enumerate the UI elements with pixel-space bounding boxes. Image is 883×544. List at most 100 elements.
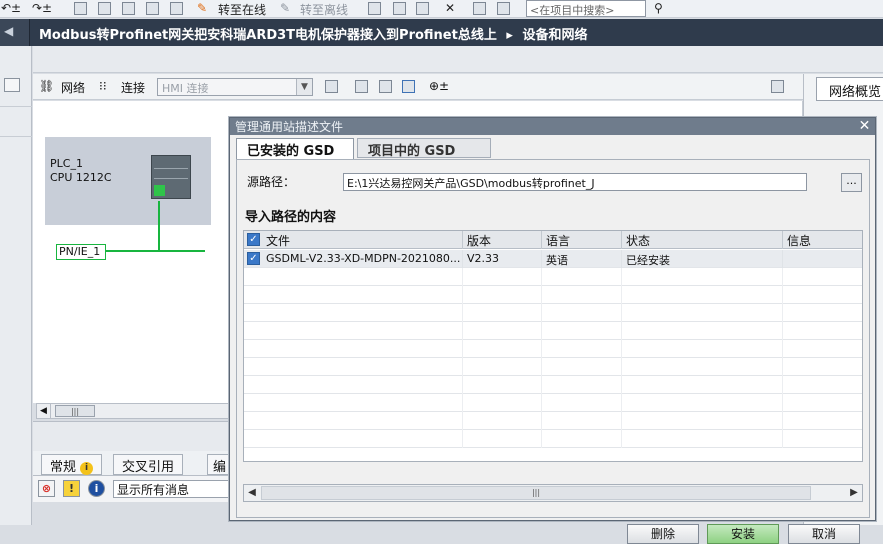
message-filter-select[interactable]: 显示所有消息 bbox=[113, 480, 233, 498]
connection-type-value: HMI 连接 bbox=[162, 82, 209, 95]
project-search-input[interactable]: <在项目中搜索> bbox=[526, 0, 646, 17]
plc-name: PLC_1 bbox=[50, 157, 83, 170]
undo-icon[interactable]: ↶± bbox=[1, 1, 21, 15]
cell-version: V2.33 bbox=[463, 250, 542, 268]
zoom-icon[interactable]: ⊕± bbox=[429, 79, 449, 93]
stop-cpu-icon[interactable] bbox=[416, 2, 429, 15]
grid-toggle-icon[interactable] bbox=[379, 80, 392, 93]
split-horizontal-icon[interactable] bbox=[473, 2, 486, 15]
scroll-left-arrow-icon[interactable]: ◀ bbox=[37, 404, 51, 418]
go-offline-icon[interactable]: ✎ bbox=[280, 1, 290, 15]
browse-button[interactable]: ... bbox=[841, 173, 862, 192]
tab-network-overview[interactable]: 网络概览 bbox=[816, 77, 883, 101]
connection-icon[interactable]: ⁝⁝ bbox=[99, 79, 107, 93]
download-icon[interactable] bbox=[98, 2, 111, 15]
column-language[interactable]: 语言 bbox=[542, 231, 622, 249]
cell-language: 英语 bbox=[542, 250, 622, 268]
start-cpu-icon[interactable] bbox=[393, 2, 406, 15]
network-icon[interactable]: ⛓ bbox=[39, 79, 54, 93]
warning-filter-icon[interactable]: ! bbox=[63, 480, 80, 497]
message-filter-bar: ⊗ ! i 显示所有消息 bbox=[33, 476, 233, 502]
cell-info bbox=[783, 250, 862, 268]
accessible-devices-icon[interactable] bbox=[368, 2, 381, 15]
dialog-title: 管理通用站描述文件 bbox=[235, 120, 344, 134]
info-icon: i bbox=[80, 462, 94, 475]
source-path-input[interactable]: E:\1兴达易控网关产品\GSD\modbus转profinet_J bbox=[343, 173, 807, 191]
go-offline-button[interactable]: 转至离线 bbox=[300, 1, 348, 18]
network-mode-button[interactable]: 网络 bbox=[61, 79, 85, 96]
chevron-left-icon[interactable]: ◀ bbox=[4, 24, 13, 38]
close-icon[interactable]: ✕ bbox=[445, 1, 455, 15]
select-all-checkbox[interactable]: ✓ bbox=[247, 233, 260, 246]
chevron-down-icon[interactable]: ▼ bbox=[296, 79, 312, 95]
tab-cross-reference-label: 交叉引用 bbox=[122, 460, 175, 475]
breadcrumb-view[interactable]: 设备和网络 bbox=[522, 28, 587, 43]
column-status[interactable]: 状态 bbox=[622, 231, 783, 249]
go-online-button[interactable]: 转至在线 bbox=[218, 1, 266, 18]
editor-header bbox=[33, 46, 883, 73]
delete-button[interactable]: 删除 bbox=[627, 524, 699, 544]
connection-type-select[interactable]: HMI 连接 ▼ bbox=[157, 78, 313, 96]
page-break-icon[interactable] bbox=[402, 80, 415, 93]
breadcrumb: Modbus转Profinet网关把安科瑞ARD3T电机保护器接入到Profin… bbox=[39, 24, 587, 43]
scroll-left-arrow-icon[interactable]: ◀ bbox=[244, 485, 260, 501]
device-names-icon[interactable] bbox=[325, 80, 338, 93]
row-checkbox[interactable]: ✓ bbox=[247, 252, 260, 265]
column-file[interactable]: 文件 bbox=[262, 231, 463, 249]
tab-general[interactable]: 常规 i bbox=[41, 454, 103, 475]
import-content-title: 导入路径的内容 bbox=[245, 210, 337, 225]
close-icon[interactable]: ✕ bbox=[854, 118, 875, 135]
split-vertical-icon[interactable] bbox=[497, 2, 510, 15]
cell-status: 已经安装 bbox=[622, 250, 783, 268]
go-online-icon[interactable]: ✎ bbox=[197, 1, 207, 15]
tab-cross-reference[interactable]: 交叉引用 bbox=[113, 454, 184, 475]
gsd-file-table: ✓ 文件 版本 语言 状态 信息 ✓ GSDML-V2.33-XD-MDPN-2… bbox=[243, 230, 863, 462]
list-item bbox=[244, 358, 862, 376]
tab-general-label: 常规 bbox=[50, 460, 77, 475]
error-filter-icon[interactable]: ⊗ bbox=[38, 480, 55, 497]
info-filter-icon[interactable]: i bbox=[88, 480, 105, 497]
upload-icon[interactable] bbox=[122, 2, 135, 15]
cancel-button[interactable]: 取消 bbox=[788, 524, 860, 544]
connection-mode-button[interactable]: 连接 bbox=[121, 79, 145, 96]
profinet-port-icon[interactable] bbox=[154, 185, 165, 196]
simulate-icon[interactable] bbox=[146, 2, 159, 15]
scroll-right-arrow-icon[interactable]: ▶ bbox=[846, 485, 862, 501]
source-path-label: 源路径： bbox=[247, 175, 296, 189]
tab-installed-gsd[interactable]: 已安装的 GSD bbox=[236, 138, 354, 160]
plc-type: CPU 1212C bbox=[50, 171, 112, 184]
breadcrumb-project[interactable]: Modbus转Profinet网关把安科瑞ARD3T电机保护器接入到Profin… bbox=[39, 28, 497, 43]
table-row[interactable]: ✓ GSDML-V2.33-XD-MDPN-2021080... V2.33 英… bbox=[244, 250, 862, 268]
show-overview-icon[interactable] bbox=[771, 80, 784, 93]
scrollbar-thumb[interactable]: ||| bbox=[261, 486, 811, 500]
profinet-subnet-line[interactable] bbox=[105, 250, 205, 252]
tab-project-gsd[interactable]: 项目中的 GSD bbox=[357, 138, 491, 159]
profinet-link-line[interactable] bbox=[158, 201, 160, 251]
device-tree-icon[interactable] bbox=[4, 78, 20, 92]
editor-title-bar: ◀ Modbus转Profinet网关把安科瑞ARD3T电机保护器接入到Prof… bbox=[0, 19, 883, 46]
plc-device-box[interactable]: PLC_1 CPU 1212C bbox=[45, 137, 211, 225]
list-item bbox=[244, 304, 862, 322]
dialog-title-bar[interactable]: 管理通用站描述文件 ✕ bbox=[230, 118, 875, 135]
project-tree-collapsed bbox=[0, 46, 32, 525]
scrollbar-thumb[interactable]: ||| bbox=[55, 405, 95, 417]
collapse-panel-handle[interactable]: ◀ bbox=[0, 19, 30, 46]
column-version[interactable]: 版本 bbox=[463, 231, 542, 249]
network-view-toolbar: ⛓ 网络 ⁝⁝ 连接 HMI 连接 ▼ ⊕± ▲ bbox=[33, 74, 883, 116]
list-item bbox=[244, 394, 862, 412]
install-button[interactable]: 安装 bbox=[707, 524, 779, 544]
compile-icon[interactable] bbox=[74, 2, 87, 15]
list-item bbox=[244, 286, 862, 304]
canvas-horizontal-scrollbar[interactable]: ◀ ||| bbox=[36, 403, 236, 419]
plc-cpu-icon[interactable] bbox=[151, 155, 191, 199]
redo-icon[interactable]: ↷± bbox=[32, 1, 52, 15]
subnet-label[interactable]: PN/IE_1 bbox=[56, 244, 106, 260]
list-item bbox=[244, 430, 862, 448]
column-info[interactable]: 信息 bbox=[783, 231, 862, 249]
divider bbox=[154, 168, 188, 169]
address-view-icon[interactable] bbox=[355, 80, 368, 93]
table-horizontal-scrollbar[interactable]: ◀ ||| ▶ bbox=[243, 484, 863, 502]
search-icon[interactable]: ⚲ bbox=[654, 1, 663, 15]
list-item bbox=[244, 268, 862, 286]
start-runtime-icon[interactable] bbox=[170, 2, 183, 15]
